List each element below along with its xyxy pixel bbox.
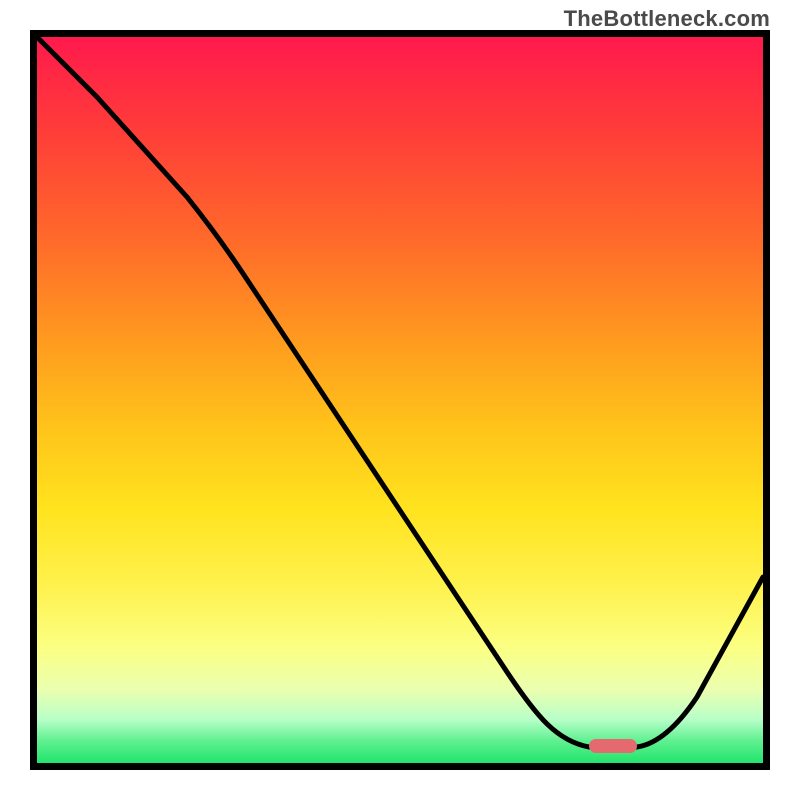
bottleneck-curve [37,37,763,763]
chart-frame [30,30,770,770]
bottleneck-curve-path [37,37,763,747]
minimum-marker [589,739,637,753]
watermark-text: TheBottleneck.com [564,6,770,32]
